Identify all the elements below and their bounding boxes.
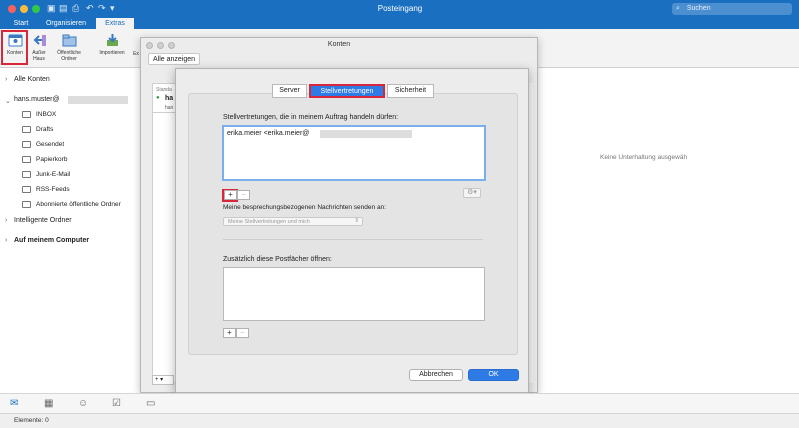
- public-folder-icon: [22, 201, 31, 208]
- junk-icon: [22, 171, 31, 178]
- folder-drafts[interactable]: Drafts: [36, 126, 53, 133]
- meeting-label: Meine besprechungsbezogenen Nachrichten …: [223, 204, 386, 211]
- account-subtext: han: [165, 105, 174, 111]
- account-list-header: Standa: [156, 87, 172, 93]
- tab-sicherheit[interactable]: Sicherheit: [387, 84, 434, 98]
- print-icon[interactable]: ⎙: [72, 3, 79, 14]
- konten-label: Konten: [7, 50, 23, 56]
- search-icon: ⌕: [676, 5, 680, 12]
- bottom-nav: ✉ ▦ ☺ ☑ ▭: [0, 393, 799, 413]
- empty-reading-text: Keine Unterhaltung ausgewäh: [600, 154, 688, 161]
- minimize-window-button[interactable]: [20, 5, 28, 13]
- folder-junk[interactable]: Junk-E-Mail: [36, 171, 70, 178]
- chevron-right-icon[interactable]: ›: [5, 217, 7, 224]
- redo-icon[interactable]: ↷: [98, 3, 106, 14]
- notes-icon[interactable]: ▭: [146, 398, 155, 409]
- meeting-select[interactable]: Meine Stellvertretungen und mich ⇕: [223, 217, 363, 226]
- sidebar-item-account[interactable]: hans.muster@: [14, 96, 60, 103]
- add-mailbox-button[interactable]: +: [223, 328, 236, 338]
- calendar-icon[interactable]: ▦: [44, 398, 53, 409]
- stellvertretungen-sheet: Server Stellvertretungen Sicherheit Stel…: [175, 68, 529, 393]
- sidebar-item-auf-meinem-computer[interactable]: Auf meinem Computer: [14, 237, 89, 244]
- people-icon[interactable]: ☺: [78, 398, 88, 409]
- meeting-select-value: Meine Stellvertretungen und mich: [228, 219, 310, 225]
- window-title: Posteingang: [377, 4, 423, 13]
- zoom-window-button[interactable]: [32, 5, 40, 13]
- rss-icon: [22, 186, 31, 193]
- sent-icon: [22, 141, 31, 148]
- status-dot-icon: ●: [156, 95, 160, 101]
- folder-inbox[interactable]: INBOX: [36, 111, 56, 118]
- ausser-label-2: Haus: [33, 56, 45, 62]
- sidebar-item-intelligente-ordner[interactable]: Intelligente Ordner: [14, 217, 72, 224]
- oeffentliche-label-2: Ordner: [61, 56, 77, 62]
- chevron-right-icon[interactable]: ›: [5, 76, 7, 83]
- importieren-label: Importieren: [99, 50, 125, 56]
- tab-organisieren[interactable]: Organisieren: [38, 18, 94, 29]
- title-bar: ▣ ▤ ⎙ ↶ ↷ ▾ Posteingang ⌕ Suchen: [0, 0, 799, 18]
- folder-icon[interactable]: ▤: [59, 3, 68, 14]
- oeffentliche-ordner-button[interactable]: Öffentliche Ordner: [52, 32, 86, 62]
- tab-server[interactable]: Server: [272, 84, 307, 98]
- redacted-area: [68, 96, 128, 104]
- search-placeholder: Suchen: [686, 5, 711, 12]
- cancel-button[interactable]: Abbrechen: [409, 369, 463, 381]
- remove-delegate-button[interactable]: −: [237, 190, 250, 200]
- chevron-right-icon[interactable]: ›: [5, 237, 7, 244]
- folder-papierkorb[interactable]: Papierkorb: [36, 156, 67, 163]
- folder-abonnierte[interactable]: Abonnierte öffentliche Ordner: [36, 201, 121, 208]
- mail-icon[interactable]: ✉: [10, 398, 18, 409]
- search-input[interactable]: ⌕ Suchen: [672, 3, 792, 15]
- undo-icon[interactable]: ↶: [86, 3, 94, 14]
- tab-start[interactable]: Start: [6, 18, 36, 29]
- customize-chevron-icon[interactable]: ▾: [110, 3, 115, 14]
- account-name[interactable]: ha: [165, 95, 173, 102]
- delegate-entry[interactable]: erika.meier <erika.meier@: [227, 130, 309, 137]
- ok-button[interactable]: OK: [468, 369, 519, 381]
- select-arrows-icon: ⇕: [354, 218, 359, 224]
- section-divider: [223, 239, 483, 240]
- inbox-icon: [22, 111, 31, 118]
- close-window-button[interactable]: [8, 5, 16, 13]
- alle-anzeigen-button[interactable]: Alle anzeigen: [148, 53, 201, 65]
- import-icon: [106, 34, 118, 46]
- sidebar-item-alle-konten[interactable]: Alle Konten: [14, 76, 50, 83]
- konten-button[interactable]: Konten: [3, 32, 27, 56]
- status-bar: Elemente: 0: [0, 413, 799, 428]
- chevron-down-icon[interactable]: ⌄: [5, 97, 11, 105]
- delegates-label: Stellvertretungen, die in meinem Auftrag…: [223, 114, 399, 121]
- redacted-area: [320, 130, 412, 138]
- delegates-list[interactable]: erika.meier <erika.meier@: [222, 125, 486, 181]
- ausser-haus-button[interactable]: Außer Haus: [29, 32, 49, 62]
- remove-mailbox-button[interactable]: −: [236, 328, 249, 338]
- konten-title: Konten: [327, 41, 351, 48]
- importieren-button[interactable]: Importieren: [94, 32, 130, 56]
- export-button[interactable]: Ex: [132, 51, 140, 57]
- public-folder-icon: [62, 34, 76, 47]
- out-of-office-icon: [33, 35, 46, 46]
- add-account-menu[interactable]: + ▾: [152, 375, 174, 385]
- reading-pane: Keine Unterhaltung ausgewäh: [537, 68, 799, 393]
- delegate-settings-button[interactable]: ⚙▾: [463, 188, 481, 198]
- contact-card-icon: [8, 34, 22, 47]
- export-label: Ex: [133, 51, 139, 57]
- ribbon-tabs: Start Organisieren Extras: [0, 18, 799, 29]
- element-count: Elemente: 0: [14, 417, 49, 424]
- folder-gesendet[interactable]: Gesendet: [36, 141, 64, 148]
- chevron-down-icon: ▾: [473, 189, 477, 196]
- tab-stellvertretungen[interactable]: Stellvertretungen: [309, 84, 385, 98]
- tasks-icon[interactable]: ☑: [112, 398, 121, 409]
- mailbox-list[interactable]: [223, 267, 485, 321]
- mailbox-label: Zusätzlich diese Postfächer öffnen:: [223, 256, 332, 263]
- folder-sidebar: › Alle Konten ⌄ hans.muster@ INBOX Draft…: [0, 68, 140, 393]
- drafts-icon: [22, 126, 31, 133]
- save-icon[interactable]: ▣: [47, 3, 56, 14]
- tab-extras[interactable]: Extras: [96, 18, 134, 29]
- add-delegate-button[interactable]: +: [224, 190, 237, 200]
- folder-rss[interactable]: RSS-Feeds: [36, 186, 70, 193]
- trash-icon: [22, 156, 31, 163]
